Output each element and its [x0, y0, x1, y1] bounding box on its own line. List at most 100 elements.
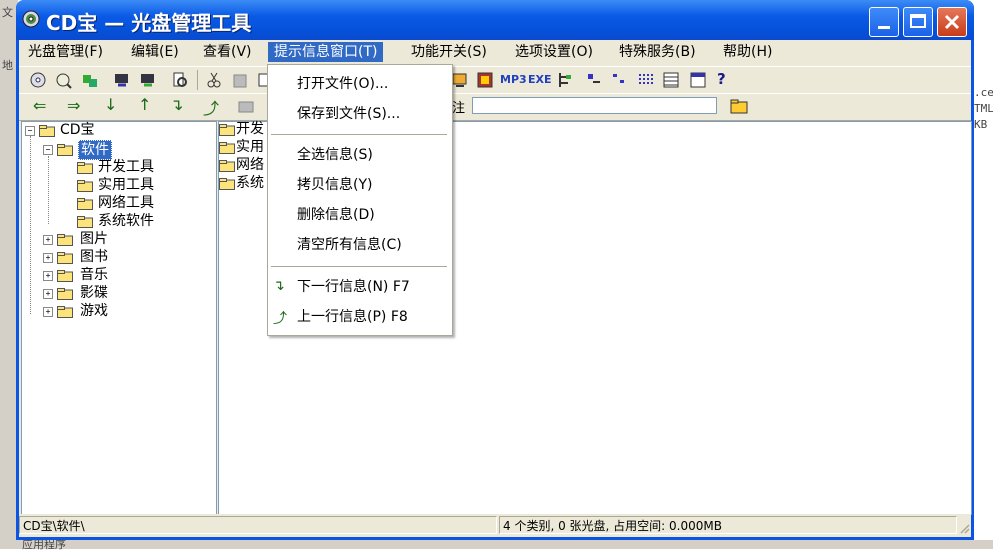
monitor-icon[interactable] — [451, 71, 469, 89]
next-line-icon[interactable]: ↴ — [170, 95, 183, 114]
status-summary: 4 个类别, 0 张光盘, 占用空间: 0.000MB — [499, 516, 957, 534]
folder-icon — [77, 180, 93, 192]
expand-icon[interactable]: + — [43, 307, 53, 317]
remark-label: 注 — [452, 101, 466, 116]
collapse-icon[interactable]: − — [25, 126, 35, 136]
group-icon[interactable] — [81, 71, 99, 89]
status-path: CD宝\软件\ — [19, 516, 497, 534]
folder-icon — [57, 288, 73, 300]
menu-separator — [271, 134, 447, 135]
maximize-button[interactable] — [903, 7, 933, 37]
window-title: CD宝 — 光盘管理工具 — [46, 11, 252, 35]
back-arrow-icon[interactable]: ⇐ — [33, 96, 46, 115]
up-arrow-icon[interactable]: ↑ — [138, 95, 151, 114]
exe-filter-button[interactable]: EXE — [528, 73, 552, 86]
list-item[interactable]: 开发 — [236, 120, 264, 138]
small-icons-view-icon[interactable] — [611, 71, 629, 89]
window-view-icon[interactable] — [689, 71, 707, 89]
menu-function-switch[interactable]: 功能开关(S) — [405, 42, 493, 62]
menu-help[interactable]: 帮助(H) — [717, 42, 778, 62]
forward-arrow-icon[interactable]: ⇒ — [67, 96, 80, 115]
background-bottom — [0, 540, 993, 549]
previous-line-icon[interactable]: ⤴ — [203, 95, 219, 119]
tree-item-software[interactable]: 软件 — [78, 140, 112, 160]
disc-icon[interactable] — [29, 71, 47, 89]
import-icon[interactable] — [113, 71, 131, 89]
folder-icon — [57, 234, 73, 246]
menu-copy[interactable]: 拷贝信息(Y) — [297, 175, 372, 195]
tree-item-pictures[interactable]: 图片 — [80, 230, 108, 248]
close-icon — [944, 14, 960, 30]
folder-icon — [57, 306, 73, 318]
expand-icon[interactable]: + — [43, 235, 53, 245]
paste-icon[interactable] — [231, 71, 249, 89]
folder-icon — [57, 252, 73, 264]
find-file-icon[interactable] — [171, 71, 189, 89]
tree-item-books[interactable]: 图书 — [80, 248, 108, 266]
tree-item-music[interactable]: 音乐 — [80, 266, 108, 284]
open-folder-icon[interactable] — [730, 98, 748, 116]
tree-line — [48, 156, 49, 224]
list-view-icon[interactable] — [637, 71, 655, 89]
menu-special-services[interactable]: 特殊服务(B) — [613, 42, 702, 62]
export-icon[interactable] — [139, 71, 157, 89]
bg-text: 地 — [2, 59, 13, 72]
folder-icon — [57, 270, 73, 282]
tree-item-movies[interactable]: 影碟 — [80, 284, 108, 302]
menu-clear-all[interactable]: 清空所有信息(C) — [297, 235, 402, 255]
close-button[interactable] — [937, 7, 967, 37]
next-line-icon: ↴ — [273, 278, 285, 294]
list-item[interactable]: 实用 — [236, 138, 264, 156]
tree-root[interactable]: CD宝 — [60, 121, 95, 139]
tree-item-system-software[interactable]: 系统软件 — [98, 212, 154, 230]
expand-icon[interactable]: + — [43, 271, 53, 281]
media-icon[interactable] — [476, 71, 494, 89]
remark-input[interactable] — [472, 97, 717, 114]
toolbar-main — [19, 66, 971, 94]
tree-item-utilities[interactable]: 实用工具 — [98, 176, 154, 194]
details-view-icon[interactable] — [662, 71, 680, 89]
folder-icon — [219, 178, 235, 190]
menu-next-line[interactable]: 下一行信息(N) F7 — [297, 277, 410, 297]
help-icon[interactable]: ? — [717, 70, 726, 88]
tree-line — [30, 136, 31, 314]
folder-open-icon — [57, 144, 73, 156]
list-item[interactable]: 系统 — [236, 174, 264, 192]
menu-previous-line[interactable]: 上一行信息(P) F8 — [297, 307, 408, 327]
menu-select-all[interactable]: 全选信息(S) — [297, 145, 373, 165]
bg-text: TML — [974, 102, 993, 115]
tree-item-games[interactable]: 游戏 — [80, 302, 108, 320]
collapse-icon[interactable]: − — [43, 145, 53, 155]
previous-line-icon: ⤴ — [273, 311, 287, 327]
background-right — [972, 0, 993, 549]
tree-filter-icon[interactable] — [556, 71, 574, 89]
down-arrow-icon[interactable]: ↓ — [104, 95, 117, 114]
menu-view[interactable]: 查看(V) — [197, 42, 258, 62]
expand-icon[interactable]: + — [43, 289, 53, 299]
folder-icon — [219, 142, 235, 154]
add-folder-icon[interactable] — [237, 98, 255, 116]
cd-icon — [22, 10, 40, 28]
disc-search-icon[interactable] — [55, 71, 73, 89]
expand-icon[interactable]: + — [43, 253, 53, 263]
cut-icon[interactable] — [205, 71, 223, 89]
tree-item-network-tools[interactable]: 网络工具 — [98, 194, 154, 212]
large-icons-view-icon[interactable] — [585, 71, 603, 89]
menu-info-window[interactable]: 提示信息窗口(T) — [268, 42, 384, 62]
minimize-button[interactable] — [869, 7, 899, 37]
list-item[interactable]: 网络 — [236, 156, 264, 174]
resize-grip-icon[interactable] — [958, 522, 970, 534]
menu-save-to-file[interactable]: 保存到文件(S)... — [297, 104, 400, 124]
folder-icon — [219, 160, 235, 172]
menu-edit[interactable]: 编辑(E) — [125, 42, 185, 62]
menu-delete[interactable]: 删除信息(D) — [297, 205, 375, 225]
menu-open-file[interactable]: 打开文件(O)... — [297, 74, 388, 94]
tree-item-dev-tools[interactable]: 开发工具 — [98, 158, 154, 176]
menu-disc-manage[interactable]: 光盘管理(F) — [22, 42, 109, 62]
minimize-icon — [878, 26, 890, 29]
bg-text: 文 — [2, 6, 13, 19]
mp3-filter-button[interactable]: MP3 — [500, 73, 527, 86]
menu-options[interactable]: 选项设置(O) — [509, 42, 599, 62]
toolbar-divider — [197, 70, 198, 90]
folder-icon — [77, 162, 93, 174]
